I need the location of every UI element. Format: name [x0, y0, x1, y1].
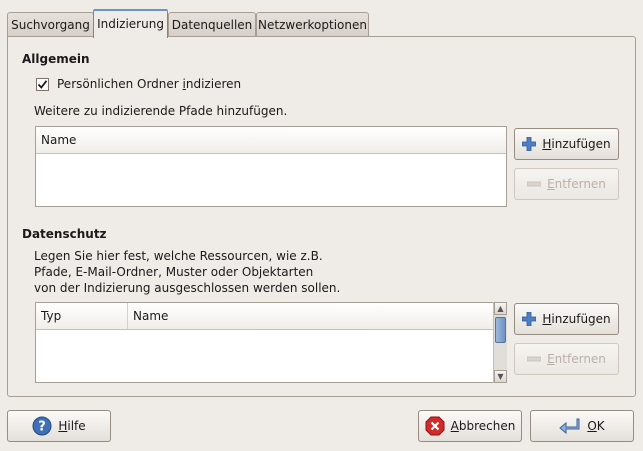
list-header: Name: [36, 127, 506, 154]
remove-path-button[interactable]: Entfernen: [514, 168, 619, 200]
add-exclusion-label: Hinzufügen: [542, 312, 611, 326]
remove-exclusion-button[interactable]: Entfernen: [514, 343, 619, 375]
help-icon: ?: [32, 416, 52, 436]
plus-icon: [522, 137, 537, 151]
scrollbar-thumb[interactable]: [495, 317, 506, 343]
tab-indizierung[interactable]: Indizierung: [93, 9, 168, 38]
cancel-icon: [425, 416, 445, 436]
plus-icon: [522, 312, 537, 326]
column-header-type[interactable]: Typ: [36, 303, 127, 329]
minus-icon: [527, 181, 542, 187]
privacy-desc-line2: Pfade, E-Mail-Ordner, Muster oder Objekt…: [34, 265, 314, 279]
column-header-name[interactable]: Name: [36, 127, 506, 153]
return-arrow-icon: [559, 417, 581, 435]
privacy-desc-line1: Legen Sie hier fest, welche Ressourcen, …: [34, 249, 323, 263]
ok-button[interactable]: OK: [530, 410, 634, 442]
tab-label: Suchvorgang: [11, 18, 90, 32]
remove-exclusion-label: Entfernen: [547, 352, 606, 366]
checkmark-icon: [37, 79, 48, 89]
add-path-label: Hinzufügen: [542, 137, 611, 151]
column-header-name[interactable]: Name: [127, 303, 493, 329]
tab-suchvorgang[interactable]: Suchvorgang: [7, 12, 94, 37]
tab-netzwerkoptionen[interactable]: Netzwerkoptionen: [256, 12, 369, 37]
remove-path-label: Entfernen: [547, 177, 606, 191]
vertical-scrollbar[interactable]: ▲ ▼: [493, 302, 507, 383]
cancel-button[interactable]: Abbrechen: [418, 410, 522, 442]
list-header: Typ Name: [36, 303, 493, 330]
tab-label: Datenquellen: [171, 18, 253, 32]
excluded-resources-list[interactable]: Typ Name ▲ ▼: [35, 302, 507, 383]
section-title-general: Allgemein: [22, 52, 90, 66]
index-home-checkbox-row[interactable]: Persönlichen Ordner indizieren: [36, 77, 241, 91]
minus-icon: [527, 356, 542, 362]
section-title-privacy: Datenschutz: [22, 227, 107, 241]
tab-label: Netzwerkoptionen: [258, 18, 367, 32]
help-label: Hilfe: [58, 419, 86, 433]
paths-hint: Weitere zu indizierende Pfade hinzufügen…: [34, 104, 288, 118]
tab-label: Indizierung: [97, 17, 164, 31]
add-exclusion-button[interactable]: Hinzufügen: [514, 303, 619, 335]
tab-datenquellen[interactable]: Datenquellen: [168, 12, 256, 37]
ok-label: OK: [587, 419, 605, 433]
index-home-checkbox-label: Persönlichen Ordner indizieren: [57, 77, 242, 91]
scroll-up-arrow-icon[interactable]: ▲: [494, 302, 507, 315]
svg-text:?: ?: [39, 420, 47, 435]
indexing-panel: Allgemein Persönlichen Ordner indizieren…: [7, 36, 636, 397]
index-home-checkbox[interactable]: [36, 77, 49, 91]
help-button[interactable]: ? Hilfe: [7, 410, 111, 442]
index-paths-list[interactable]: Name: [35, 126, 507, 207]
scroll-down-arrow-icon[interactable]: ▼: [494, 370, 507, 383]
add-path-button[interactable]: Hinzufügen: [514, 128, 619, 160]
privacy-desc-line3: von der Indizierung ausgeschlossen werde…: [34, 281, 341, 295]
cancel-label: Abbrechen: [450, 419, 516, 433]
